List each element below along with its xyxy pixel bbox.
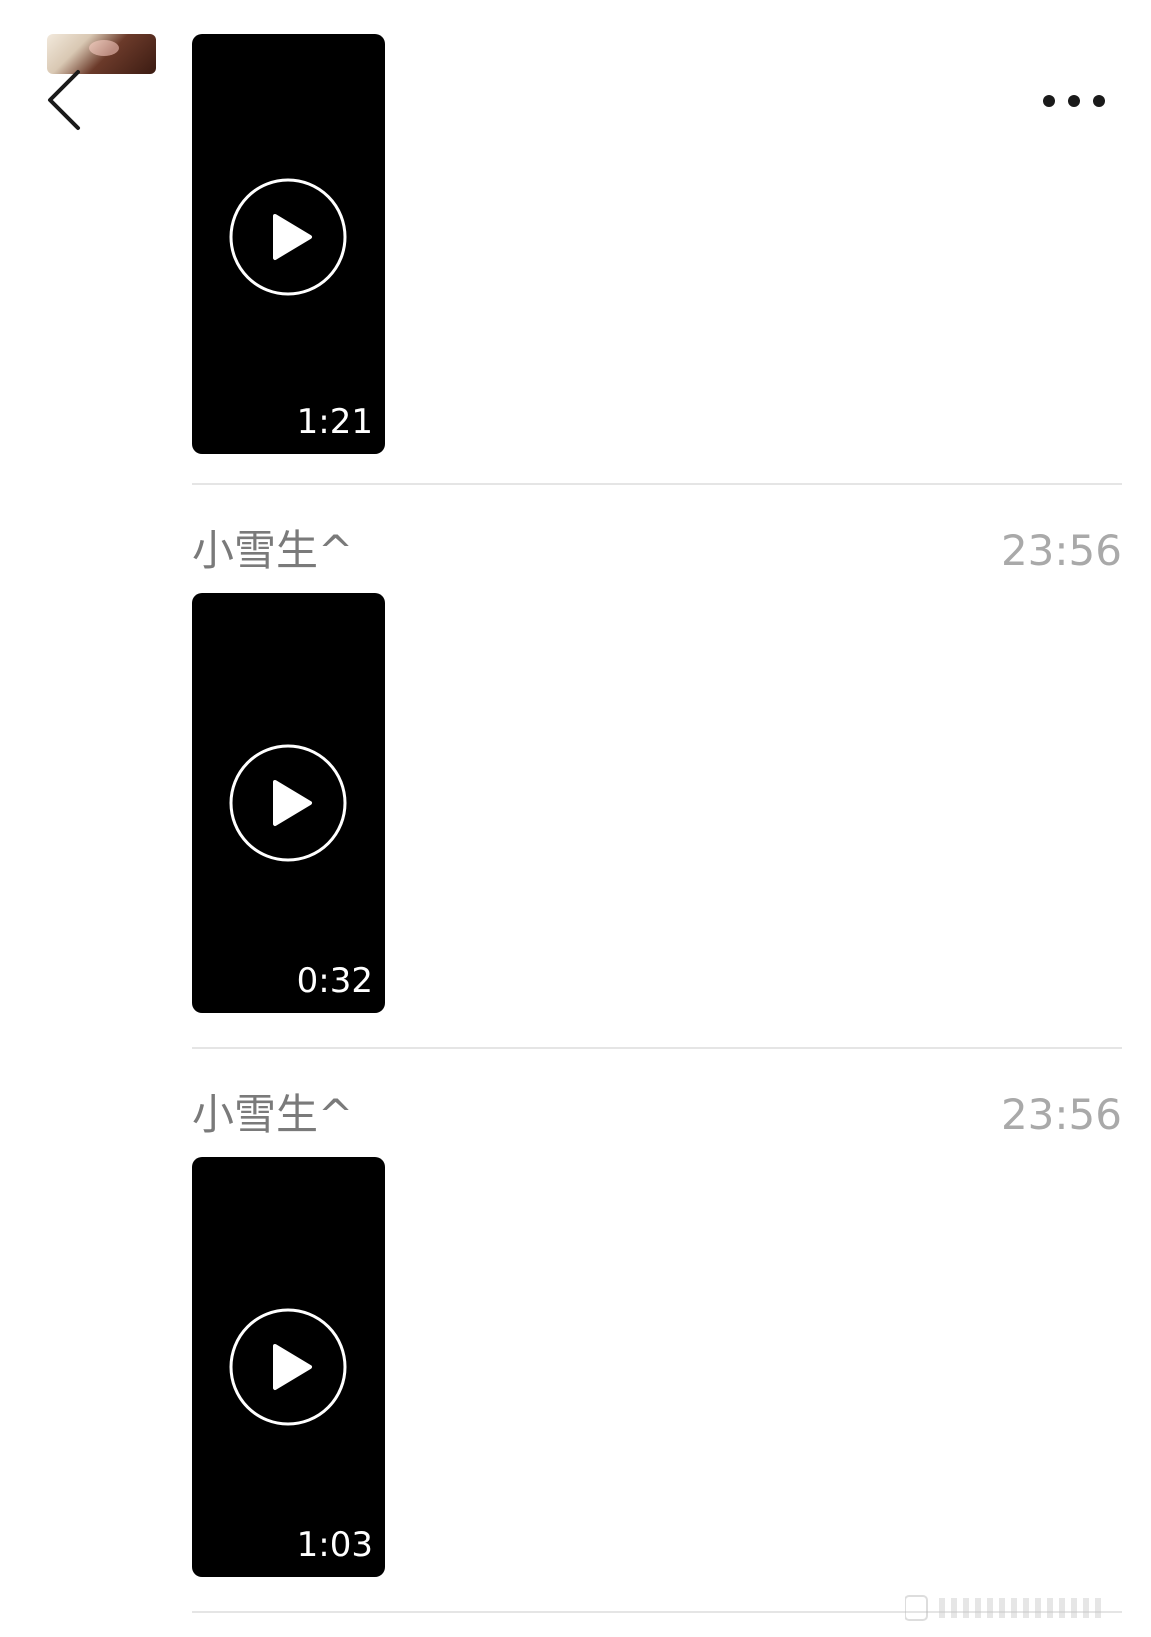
message-time: 23:56: [1000, 526, 1122, 575]
divider: [192, 1047, 1122, 1049]
back-button[interactable]: [40, 66, 100, 134]
message-time: 23:56: [1000, 1090, 1122, 1139]
play-icon[interactable]: [228, 177, 348, 297]
video-duration: 0:32: [296, 961, 373, 1001]
video-duration: 1:03: [296, 1525, 373, 1565]
sender-name[interactable]: 小雪生^: [192, 525, 353, 577]
message-item: 1:21: [192, 34, 1122, 454]
watermark: [905, 1590, 1140, 1626]
play-icon[interactable]: [228, 743, 348, 863]
divider: [192, 483, 1122, 485]
video-thumbnail[interactable]: 1:21: [192, 34, 385, 454]
sender-name[interactable]: 小雪生^: [192, 1089, 353, 1141]
video-duration: 1:21: [296, 402, 373, 442]
video-thumbnail[interactable]: 1:03: [192, 1157, 385, 1577]
play-icon[interactable]: [228, 1307, 348, 1427]
chevron-left-icon: [48, 70, 80, 130]
video-thumbnail[interactable]: 0:32: [192, 593, 385, 1013]
message-item: 小雪生^ 23:56 1:03: [192, 1089, 1122, 1579]
message-item: 小雪生^ 23:56 0:32: [192, 525, 1122, 1015]
